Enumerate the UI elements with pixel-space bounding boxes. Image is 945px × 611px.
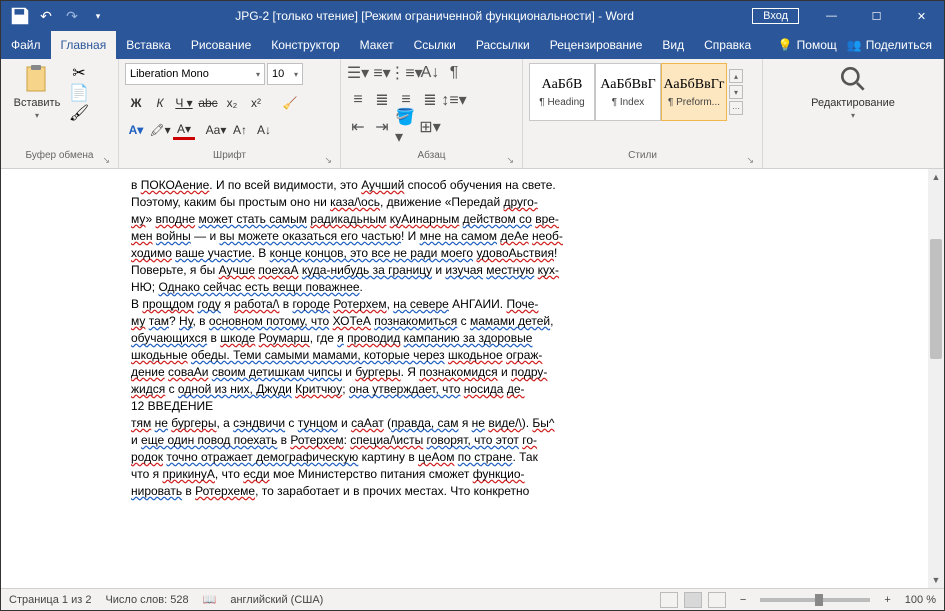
tab-help[interactable]: Справка [694, 31, 761, 59]
tab-draw[interactable]: Рисование [181, 31, 261, 59]
dialog-launcher-icon[interactable]: ↘ [324, 155, 332, 166]
styles-more-icon[interactable]: ⋯ [729, 101, 743, 115]
tab-mailings[interactable]: Рассылки [466, 31, 540, 59]
scroll-thumb[interactable] [930, 239, 942, 359]
align-left-button[interactable]: ≡ [347, 90, 369, 110]
dialog-launcher-icon[interactable]: ↘ [506, 155, 514, 166]
paste-button[interactable]: Вставить ▾ [7, 63, 67, 120]
shading-button[interactable]: 🪣▾ [395, 117, 417, 137]
show-marks-button[interactable]: ¶ [443, 63, 465, 83]
bold-button[interactable]: Ж [125, 93, 147, 113]
minimize-button[interactable]: — [809, 1, 854, 31]
highlight-button[interactable]: 🖍▾ [149, 120, 171, 140]
tab-file[interactable]: Файл [1, 31, 51, 59]
tab-insert[interactable]: Вставка [116, 31, 181, 59]
share-icon: 👥 [847, 38, 862, 52]
underline-button[interactable]: Ч ▾ [173, 93, 195, 113]
scroll-up-icon[interactable]: ▲ [928, 169, 944, 185]
borders-button[interactable]: ⊞▾ [419, 117, 441, 137]
italic-button[interactable]: К [149, 93, 171, 113]
ribbon: Вставить ▾ ✂ 📄 🖌 Буфер обмена↘ Liberatio… [1, 59, 944, 169]
group-paragraph-label: Абзац↘ [347, 150, 516, 168]
tell-me[interactable]: 💡Помощ [778, 38, 837, 52]
shrink-font-button[interactable]: A↓ [253, 120, 275, 140]
format-painter-icon[interactable]: 🖌 [71, 105, 87, 121]
clear-format-button[interactable]: 🧹 [279, 93, 301, 113]
line-spacing-button[interactable]: ↕≡▾ [443, 90, 465, 110]
view-print-icon[interactable] [684, 592, 702, 608]
qat-more-icon[interactable]: ▾ [87, 5, 109, 27]
grow-font-button[interactable]: A↑ [229, 120, 251, 140]
close-button[interactable]: ✕ [899, 1, 944, 31]
tab-design[interactable]: Конструктор [261, 31, 349, 59]
word-count[interactable]: Число слов: 528 [105, 594, 188, 606]
decrease-indent-button[interactable]: ⇤ [347, 117, 369, 137]
bulb-icon: 💡 [778, 38, 793, 52]
view-read-icon[interactable] [660, 592, 678, 608]
change-case-button[interactable]: Aa▾ [205, 120, 227, 140]
subscript-button[interactable]: x₂ [221, 93, 243, 113]
undo-icon[interactable]: ↶ [35, 5, 57, 27]
title-bar: ↶ ↷ ▾ JPG-2 [только чтение] [Режим огран… [1, 1, 944, 31]
paste-label: Вставить [14, 97, 61, 109]
language-indicator[interactable]: английский (США) [230, 594, 323, 606]
style-preformatted[interactable]: АаБбВвГг¶ Preform... [661, 63, 727, 121]
dialog-launcher-icon[interactable]: ↘ [746, 155, 754, 166]
zoom-level[interactable]: 100 % [905, 594, 936, 606]
align-center-button[interactable]: ≣ [371, 90, 393, 110]
copy-icon[interactable]: 📄 [71, 85, 87, 101]
tab-review[interactable]: Рецензирование [540, 31, 653, 59]
spell-check-icon[interactable]: 📖 [203, 593, 217, 606]
page-indicator[interactable]: Страница 1 из 2 [9, 594, 91, 606]
styles-up-icon[interactable]: ▴ [729, 69, 743, 83]
strike-button[interactable]: abc [197, 93, 219, 113]
tab-references[interactable]: Ссылки [404, 31, 466, 59]
view-web-icon[interactable] [708, 592, 726, 608]
window-title: JPG-2 [только чтение] [Режим ограниченно… [117, 9, 752, 23]
tab-home[interactable]: Главная [51, 31, 117, 59]
scroll-down-icon[interactable]: ▼ [928, 572, 944, 588]
editing-label: Редактирование [811, 97, 895, 109]
page-content[interactable]: в ПОКОАение. И по всей видимости, это Ау… [1, 169, 944, 500]
superscript-button[interactable]: x² [245, 93, 267, 113]
text-effects-button[interactable]: A▾ [125, 120, 147, 140]
group-font-label: Шрифт↘ [125, 150, 334, 168]
style-heading[interactable]: АаБбВ¶ Heading [529, 63, 595, 121]
cut-icon[interactable]: ✂ [71, 65, 87, 81]
zoom-out-button[interactable]: − [740, 594, 746, 606]
increase-indent-button[interactable]: ⇥ [371, 117, 393, 137]
ribbon-tabs: Файл Главная Вставка Рисование Конструкт… [1, 31, 944, 59]
style-index[interactable]: АаБбВвГ¶ Index [595, 63, 661, 121]
zoom-slider[interactable] [760, 598, 870, 602]
font-size-combo[interactable]: 10▾ [267, 63, 303, 85]
status-bar: Страница 1 из 2 Число слов: 528 📖 англий… [1, 588, 944, 610]
save-icon[interactable] [9, 5, 31, 27]
maximize-button[interactable]: ☐ [854, 1, 899, 31]
tab-layout[interactable]: Макет [350, 31, 404, 59]
group-clipboard-label: Буфер обмена↘ [7, 150, 112, 168]
bullets-button[interactable]: ☰▾ [347, 63, 369, 83]
align-justify-button[interactable]: ≣ [419, 90, 441, 110]
login-button[interactable]: Вход [752, 8, 799, 24]
group-editing-label [769, 150, 937, 168]
font-name-combo[interactable]: Liberation Mono▾ [125, 63, 265, 85]
vertical-scrollbar[interactable]: ▲ ▼ [928, 169, 944, 588]
font-color-button[interactable]: A▾ [173, 120, 195, 140]
multilevel-button[interactable]: ⋮≡▾ [395, 63, 417, 83]
group-styles-label: Стили↘ [529, 150, 756, 168]
document-area[interactable]: в ПОКОАение. И по всей видимости, это Ау… [1, 169, 944, 588]
zoom-in-button[interactable]: + [884, 594, 890, 606]
share-button[interactable]: 👥Поделиться [847, 38, 932, 52]
styles-down-icon[interactable]: ▾ [729, 85, 743, 99]
redo-icon[interactable]: ↷ [61, 5, 83, 27]
editing-button[interactable]: Редактирование ▾ [803, 63, 903, 120]
styles-gallery[interactable]: АаБбВ¶ Heading АаБбВвГ¶ Index АаБбВвГг¶ … [529, 63, 743, 121]
dialog-launcher-icon[interactable]: ↘ [102, 155, 110, 166]
sort-button[interactable]: A↓ [419, 63, 441, 83]
tab-view[interactable]: Вид [652, 31, 694, 59]
